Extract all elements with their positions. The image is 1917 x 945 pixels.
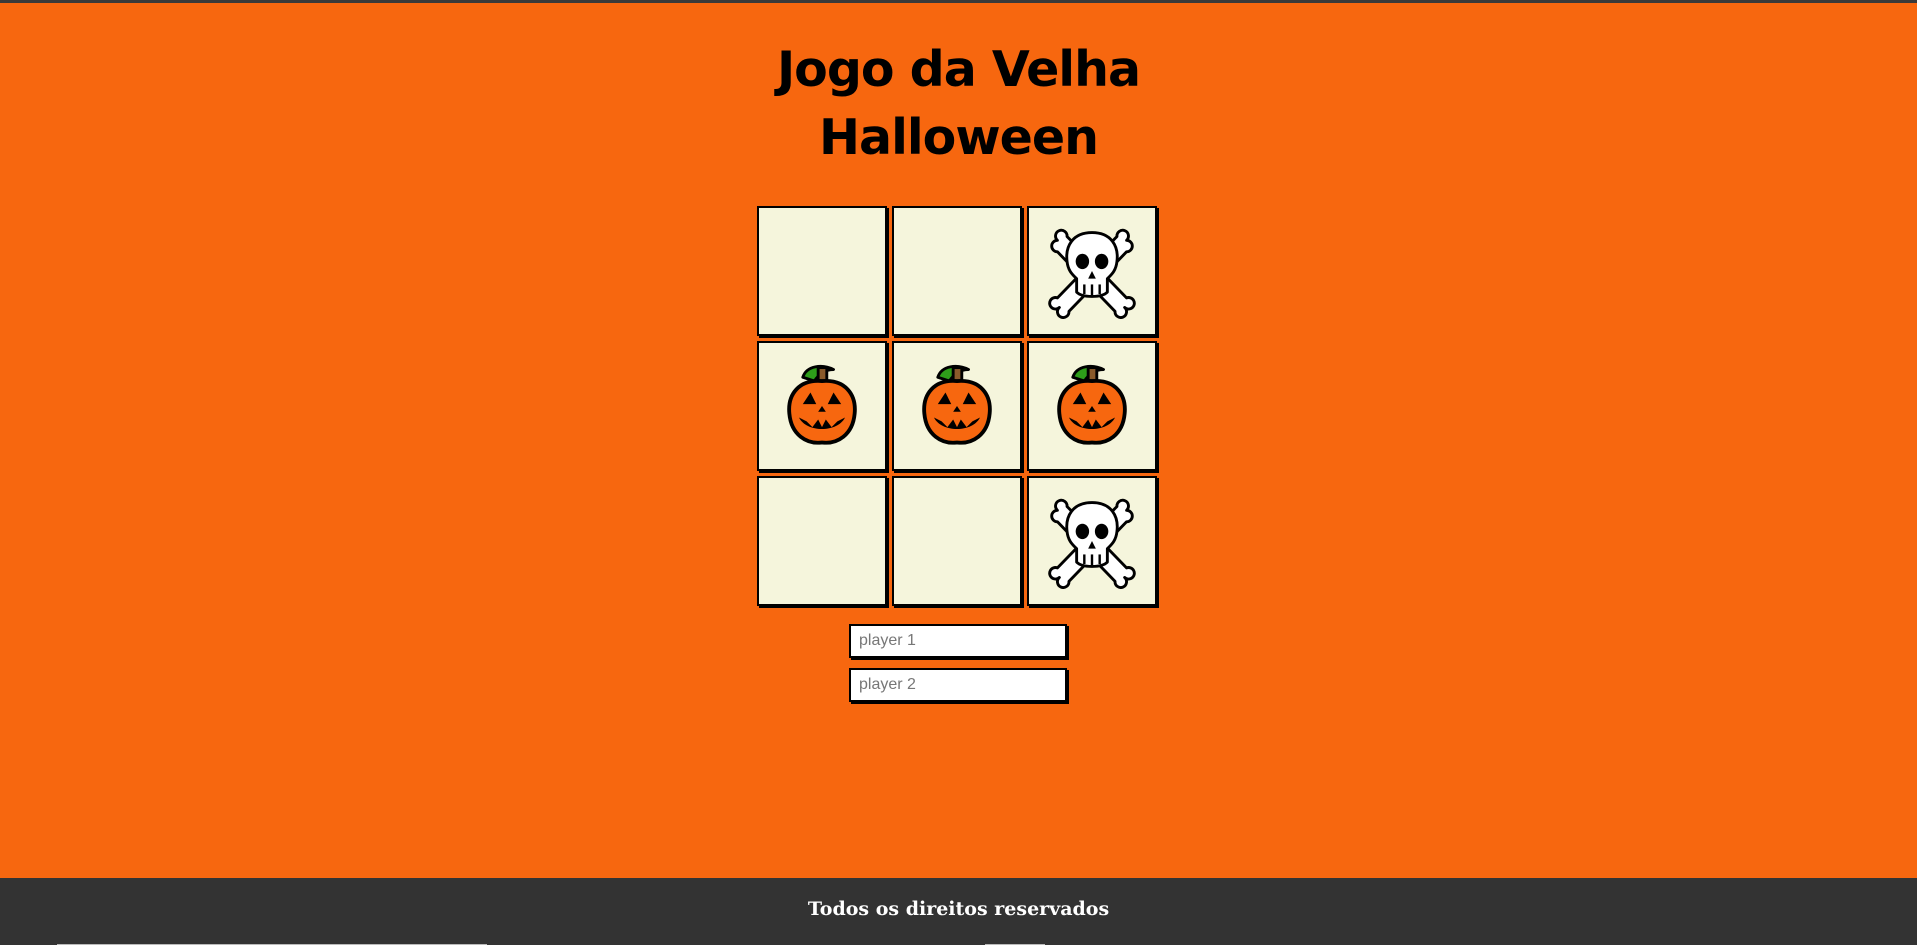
title-line-2: Halloween	[819, 109, 1099, 166]
board-cell-5[interactable]	[892, 341, 1022, 471]
page-title: Jogo da Velha Halloween	[0, 36, 1917, 172]
footer: Todos os direitos reservados	[0, 878, 1917, 945]
title-line-1: Jogo da Velha	[776, 41, 1141, 98]
top-strip	[0, 0, 1917, 3]
player-1-input[interactable]	[849, 624, 1067, 658]
game-board	[757, 206, 1157, 606]
board-cell-6[interactable]	[1027, 341, 1157, 471]
board-cell-4[interactable]	[757, 341, 887, 471]
skull-and-crossbones-icon	[1044, 493, 1140, 589]
board-cell-1[interactable]	[757, 206, 887, 336]
board-cell-7[interactable]	[757, 476, 887, 606]
board-cell-3[interactable]	[1027, 206, 1157, 336]
jack-o-lantern-icon	[909, 358, 1005, 454]
board-cell-2[interactable]	[892, 206, 1022, 336]
jack-o-lantern-icon	[774, 358, 870, 454]
footer-text: Todos os direitos reservados	[807, 898, 1110, 920]
player-2-input[interactable]	[849, 668, 1067, 702]
jack-o-lantern-icon	[1044, 358, 1140, 454]
board-cell-9[interactable]	[1027, 476, 1157, 606]
board-cell-8[interactable]	[892, 476, 1022, 606]
skull-and-crossbones-icon	[1044, 223, 1140, 319]
